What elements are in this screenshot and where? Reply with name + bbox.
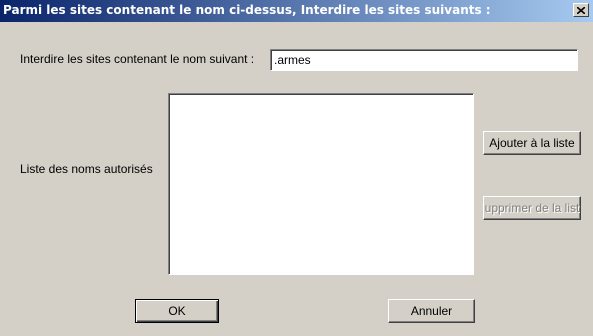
list-label: Liste des noms autorisés [20,162,153,176]
ok-button[interactable]: OK [135,299,219,323]
close-button[interactable] [573,3,589,17]
remove-from-list-button[interactable]: upprimer de la list [483,196,581,220]
name-label: Interdire les sites contenant le nom sui… [20,52,255,66]
add-to-list-button[interactable]: Ajouter à la liste [483,131,581,155]
name-input[interactable] [270,49,578,71]
close-icon [577,6,585,14]
window-title: Parmi les sites contenant le nom ci-dess… [3,3,491,17]
allowed-names-list[interactable] [168,93,474,275]
title-bar[interactable]: Parmi les sites contenant le nom ci-dess… [0,0,593,22]
cancel-button[interactable]: Annuler [388,299,475,323]
